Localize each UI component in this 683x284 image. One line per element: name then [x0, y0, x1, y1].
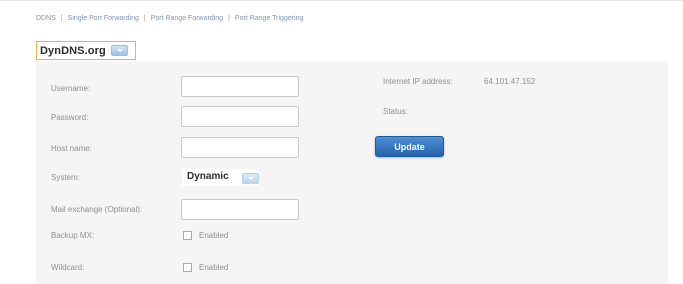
username-label: Username: — [51, 84, 91, 93]
tab-separator: | — [228, 15, 230, 22]
internet-ip-value: 64.101.47.152 — [484, 77, 536, 86]
system-select[interactable]: Dynamic — [182, 169, 259, 186]
ddns-page: DDNS | Single Port Forwarding | Port Range F… — [0, 0, 683, 284]
ddns-provider-select[interactable]: DynDNS.org — [36, 41, 136, 60]
hostname-label: Host name: — [51, 144, 92, 153]
status-label: Status: — [383, 107, 408, 116]
tab-ddns[interactable]: DDNS — [36, 15, 56, 22]
system-label: System: — [51, 173, 80, 182]
password-input[interactable] — [181, 106, 299, 127]
wildcard-enabled-label: Enabled — [199, 263, 229, 272]
chevron-down-icon[interactable] — [242, 173, 259, 184]
mail-exchange-label: Mail exchange (Optional): — [51, 205, 143, 214]
chevron-down-icon[interactable] — [111, 45, 128, 56]
username-input[interactable] — [181, 76, 299, 97]
tab-separator: | — [143, 15, 146, 22]
backup-mx-checkbox[interactable] — [183, 231, 192, 240]
tab-port-range-triggering[interactable]: Port Range Triggering — [235, 15, 303, 22]
tab-single-port-forwarding[interactable]: Single Port Forwarding — [68, 15, 139, 22]
internet-ip-label: Internet IP address: — [383, 77, 453, 86]
ddns-provider-value: DynDNS.org — [40, 44, 106, 57]
backup-mx-label: Backup MX: — [51, 231, 95, 240]
ddns-settings-panel: Username: Password: Host name: System: D… — [36, 61, 668, 284]
tab-separator: | — [60, 15, 63, 22]
update-button[interactable]: Update — [375, 136, 444, 157]
tab-port-range-forwarding[interactable]: Port Range Forwarding — [151, 15, 223, 22]
wildcard-label: Wildcard: — [51, 263, 85, 272]
password-label: Password: — [51, 113, 89, 122]
setup-tabs: DDNS | Single Port Forwarding | Port Range F… — [36, 15, 303, 22]
backup-mx-enabled-label: Enabled — [199, 231, 229, 240]
system-select-value: Dynamic — [187, 171, 229, 182]
mail-exchange-input[interactable] — [181, 199, 299, 220]
hostname-input[interactable] — [181, 137, 299, 158]
wildcard-checkbox[interactable] — [183, 263, 192, 272]
